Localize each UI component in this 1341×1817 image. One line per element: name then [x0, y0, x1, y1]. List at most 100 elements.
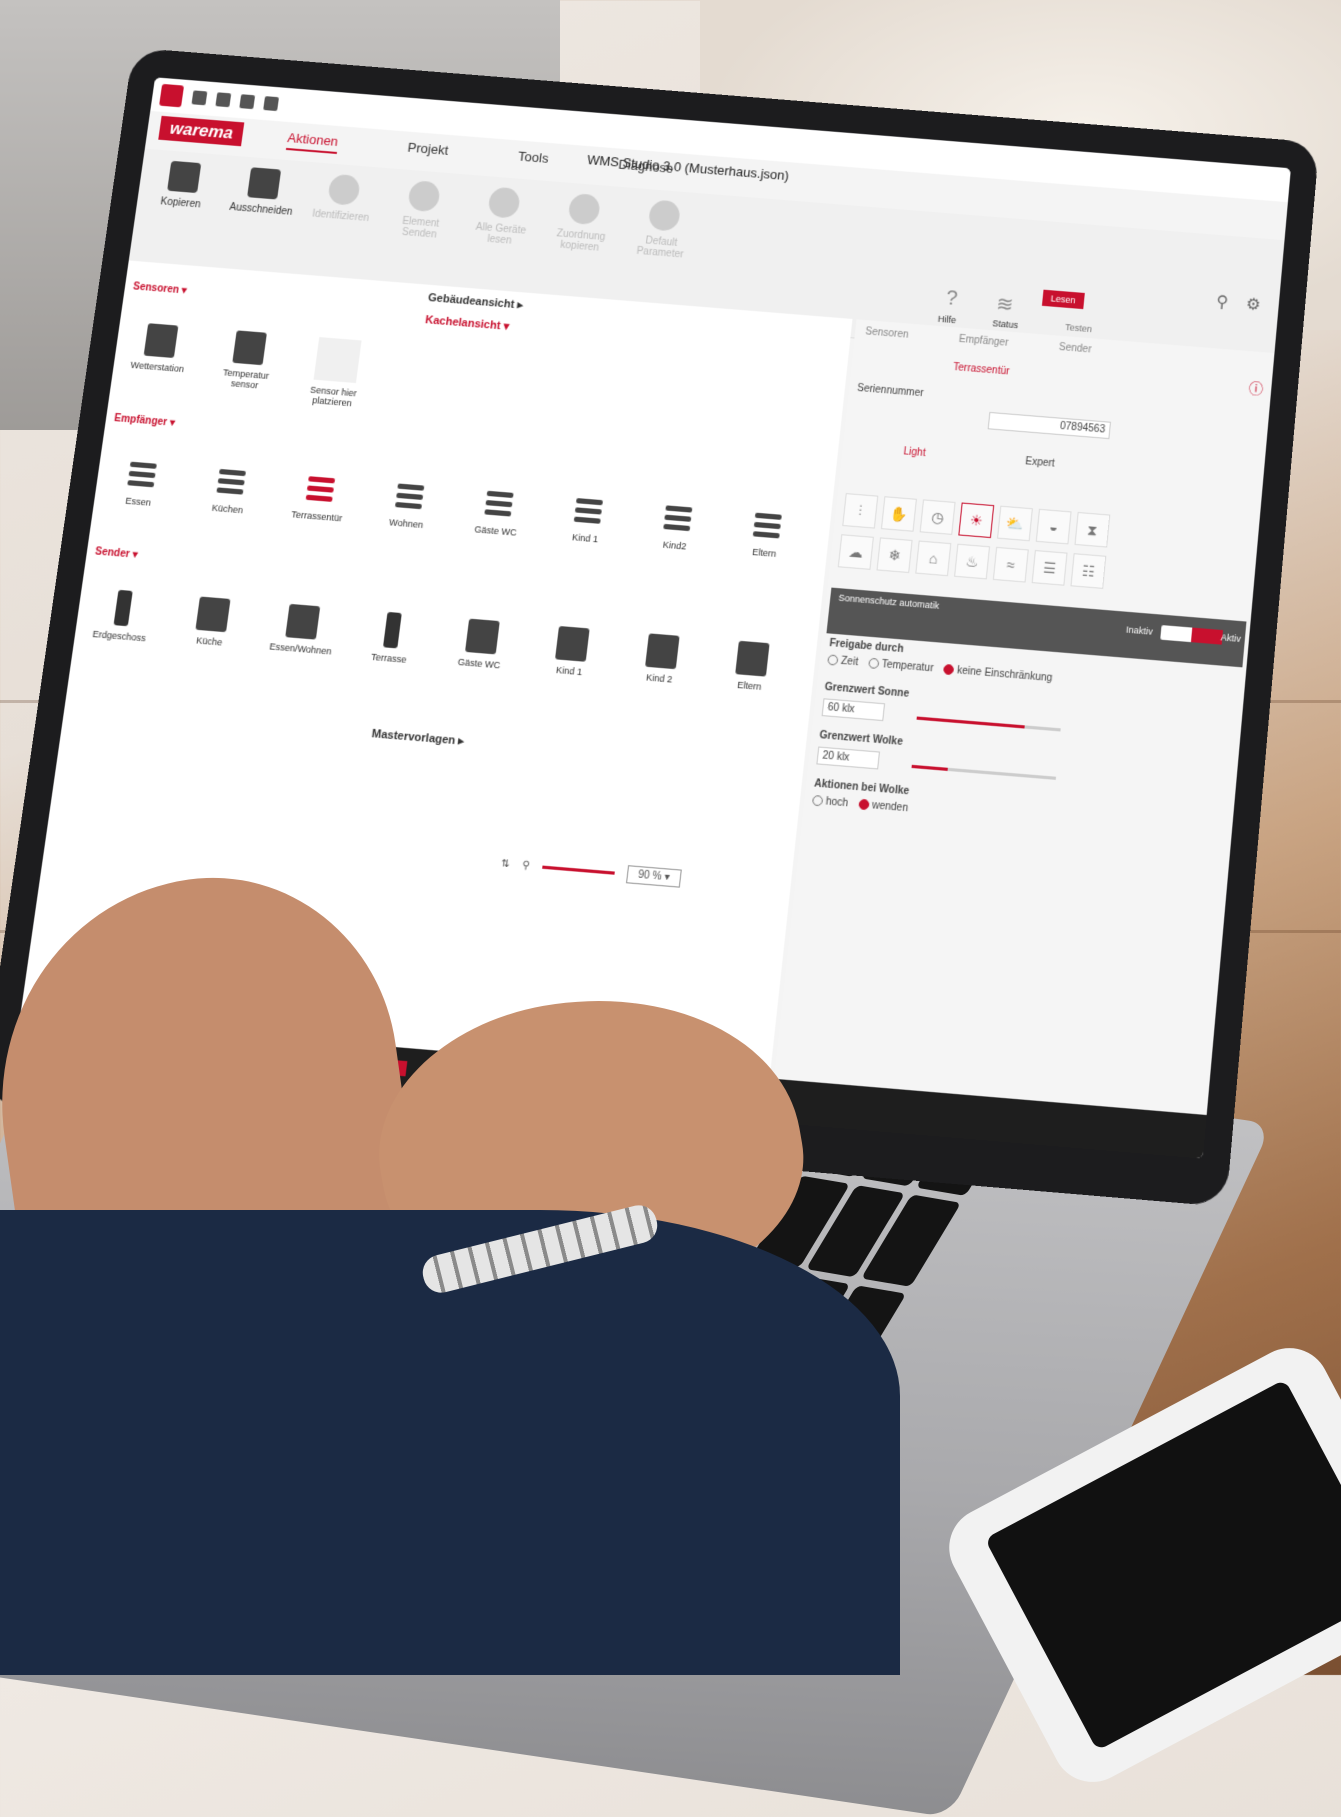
ribbon-label: Ausschneiden	[228, 201, 294, 218]
save-icon[interactable]	[215, 92, 232, 108]
blind-icon	[302, 470, 339, 508]
sender-tile[interactable]: Eltern	[717, 640, 784, 715]
mode-tab-expert[interactable]: Expert	[1025, 456, 1055, 470]
sender-tile[interactable]: Terrasse	[356, 610, 424, 685]
cloud-threshold-slider[interactable]	[911, 764, 1057, 780]
tab-projekt[interactable]: Projekt	[406, 140, 449, 163]
serial-field[interactable]: 07894563	[987, 411, 1112, 440]
sliders-icon[interactable]: ⫶	[842, 493, 879, 529]
test-label[interactable]: Testen	[1065, 322, 1093, 334]
section-empfaenger[interactable]: Empfänger ▾	[113, 413, 175, 429]
side-tab-sender[interactable]: Sender	[1058, 342, 1092, 356]
gear-icon[interactable]: ⚙	[1245, 294, 1261, 315]
tab-aktionen[interactable]: Aktionen	[285, 130, 340, 154]
ribbon-button-1[interactable]: Ausschneiden	[220, 166, 297, 281]
toggle-off-label: Inaktiv	[1125, 624, 1154, 637]
building-view-link[interactable]: Gebäudeansicht ▸	[427, 291, 523, 312]
home-icon[interactable]	[191, 90, 208, 106]
empfaenger-tile[interactable]: Gäste WC	[463, 483, 531, 557]
sun-threshold-label: Grenzwert Sonne	[824, 681, 910, 700]
clock-icon[interactable]: ◷	[919, 499, 956, 535]
search-icon[interactable]: ⚲	[1215, 291, 1229, 312]
zoom-select[interactable]: 90 % ▾	[625, 865, 683, 888]
ribbon-icon	[407, 180, 442, 213]
tile-view-link[interactable]: Kachelansicht ▾	[424, 313, 509, 333]
sender-tile[interactable]: Erdgeschoss	[86, 588, 155, 662]
hand-icon[interactable]: ✋	[880, 496, 917, 532]
empfaenger-tile[interactable]: Küchen	[195, 461, 263, 535]
remote-icon	[285, 603, 321, 640]
radio-option[interactable]: hoch	[811, 795, 849, 810]
sender-tile[interactable]: Kind 1	[536, 625, 604, 700]
lamp-icon[interactable]: ♨	[954, 543, 991, 580]
help-label: Hilfe	[937, 313, 957, 326]
cloud-action-label: Aktionen bei Wolke	[813, 778, 910, 798]
sensor-icon	[232, 330, 267, 366]
redo-icon[interactable]	[263, 96, 280, 112]
sensoren-tile[interactable]: Temperatur sensor	[213, 329, 281, 402]
tile-label: Eltern	[736, 679, 762, 693]
sensoren-tile[interactable]: Wetterstation	[124, 322, 192, 395]
frost-icon[interactable]: ❄	[876, 537, 913, 574]
empfaenger-tile[interactable]: Essen	[105, 454, 174, 528]
tab-tools[interactable]: Tools	[517, 149, 549, 171]
radio-label: Zeit	[840, 655, 859, 669]
sun-cloud-icon[interactable]: ⛅	[997, 505, 1033, 542]
ribbon-button-0[interactable]: Kopieren	[140, 160, 218, 275]
ribbon-button-6[interactable]: Default Parameter	[622, 198, 697, 313]
radio-option[interactable]: keine Einschränkung	[943, 664, 1053, 684]
cloud-icon[interactable]: ☁	[837, 534, 874, 570]
info-icon[interactable]: ⓘ	[1248, 378, 1264, 399]
wind-icon[interactable]: ≈	[992, 546, 1029, 583]
tile-label: Erdgeschoss	[91, 628, 147, 644]
empfaenger-tile[interactable]: Kind2	[642, 498, 709, 572]
side-tab-empfaenger[interactable]: Empfänger	[958, 334, 1009, 349]
list-settings-icon[interactable]: ☰	[1031, 549, 1068, 586]
sender-tile[interactable]: Küche	[176, 595, 245, 670]
sun-threshold-field[interactable]: 60 klx	[821, 698, 886, 722]
section-sensoren[interactable]: Sensoren ▾	[132, 281, 187, 296]
ribbon-button-4[interactable]: Alle Geräte lesen	[461, 185, 537, 300]
mode-tab-light[interactable]: Light	[903, 446, 926, 459]
list-arrow-icon[interactable]: ☷	[1070, 553, 1107, 589]
sensoren-tile[interactable]: Sensor hier platzieren	[302, 336, 370, 409]
empfaenger-tile[interactable]: Eltern	[732, 505, 799, 579]
zoom-slider[interactable]	[541, 865, 615, 875]
serial-label: Seriennummer	[856, 382, 925, 400]
sun-icon[interactable]: ☀	[958, 502, 995, 539]
sender-tile[interactable]: Kind 2	[626, 632, 694, 707]
remote-icon	[554, 625, 590, 662]
hourglass-icon[interactable]: ⧗	[1074, 511, 1111, 548]
zoom-icon: ⚲	[521, 859, 531, 872]
sensor-icon	[143, 323, 179, 359]
read-button[interactable]: Lesen	[1041, 289, 1085, 310]
temperature-icon[interactable]: ⌂	[915, 540, 952, 577]
cloud-threshold-field[interactable]: 20 klx	[816, 746, 881, 770]
blind-icon	[213, 463, 250, 501]
radio-option[interactable]: Temperatur	[867, 658, 934, 675]
tab-diagnose[interactable]: Diagnose	[617, 157, 675, 181]
toggle-on-label: Aktiv	[1220, 632, 1242, 645]
sun-threshold-slider[interactable]	[916, 716, 1061, 732]
wifi-icon[interactable]: ≋	[995, 291, 1014, 318]
ribbon-button-2[interactable]: Identifizieren	[300, 172, 377, 287]
twilight-icon[interactable]: ◒	[1035, 508, 1072, 545]
sort-icon[interactable]: ⇅	[500, 858, 510, 870]
sender-tile[interactable]: Gäste WC	[446, 617, 514, 692]
tile-label: Kind 1	[571, 532, 599, 545]
ribbon-button-3[interactable]: Element Senden	[381, 179, 457, 294]
undo-icon[interactable]	[239, 94, 256, 110]
radio-option[interactable]: Zeit	[827, 654, 859, 668]
templates-link[interactable]: Mastervorlagen ▸	[371, 727, 465, 748]
help-icon[interactable]: ?	[945, 287, 959, 311]
empfaenger-tile[interactable]: Wohnen	[374, 476, 442, 550]
empfaenger-tile[interactable]: Kind 1	[553, 491, 620, 565]
sender-tile[interactable]: Essen/Wohnen	[266, 603, 335, 678]
empfaenger-tile[interactable]: Terrassentür	[284, 469, 352, 543]
ribbon-button-5[interactable]: Zuordnung kopieren	[541, 192, 617, 307]
properties-panel: Sensoren Empfänger Sender Terrassentür ⓘ…	[773, 319, 1275, 1116]
sun-protection-toggle[interactable]	[1160, 625, 1224, 645]
radio-option[interactable]: wenden	[857, 799, 909, 814]
section-sender[interactable]: Sender ▾	[94, 546, 138, 561]
side-tab-sensoren[interactable]: Sensoren	[865, 326, 909, 341]
